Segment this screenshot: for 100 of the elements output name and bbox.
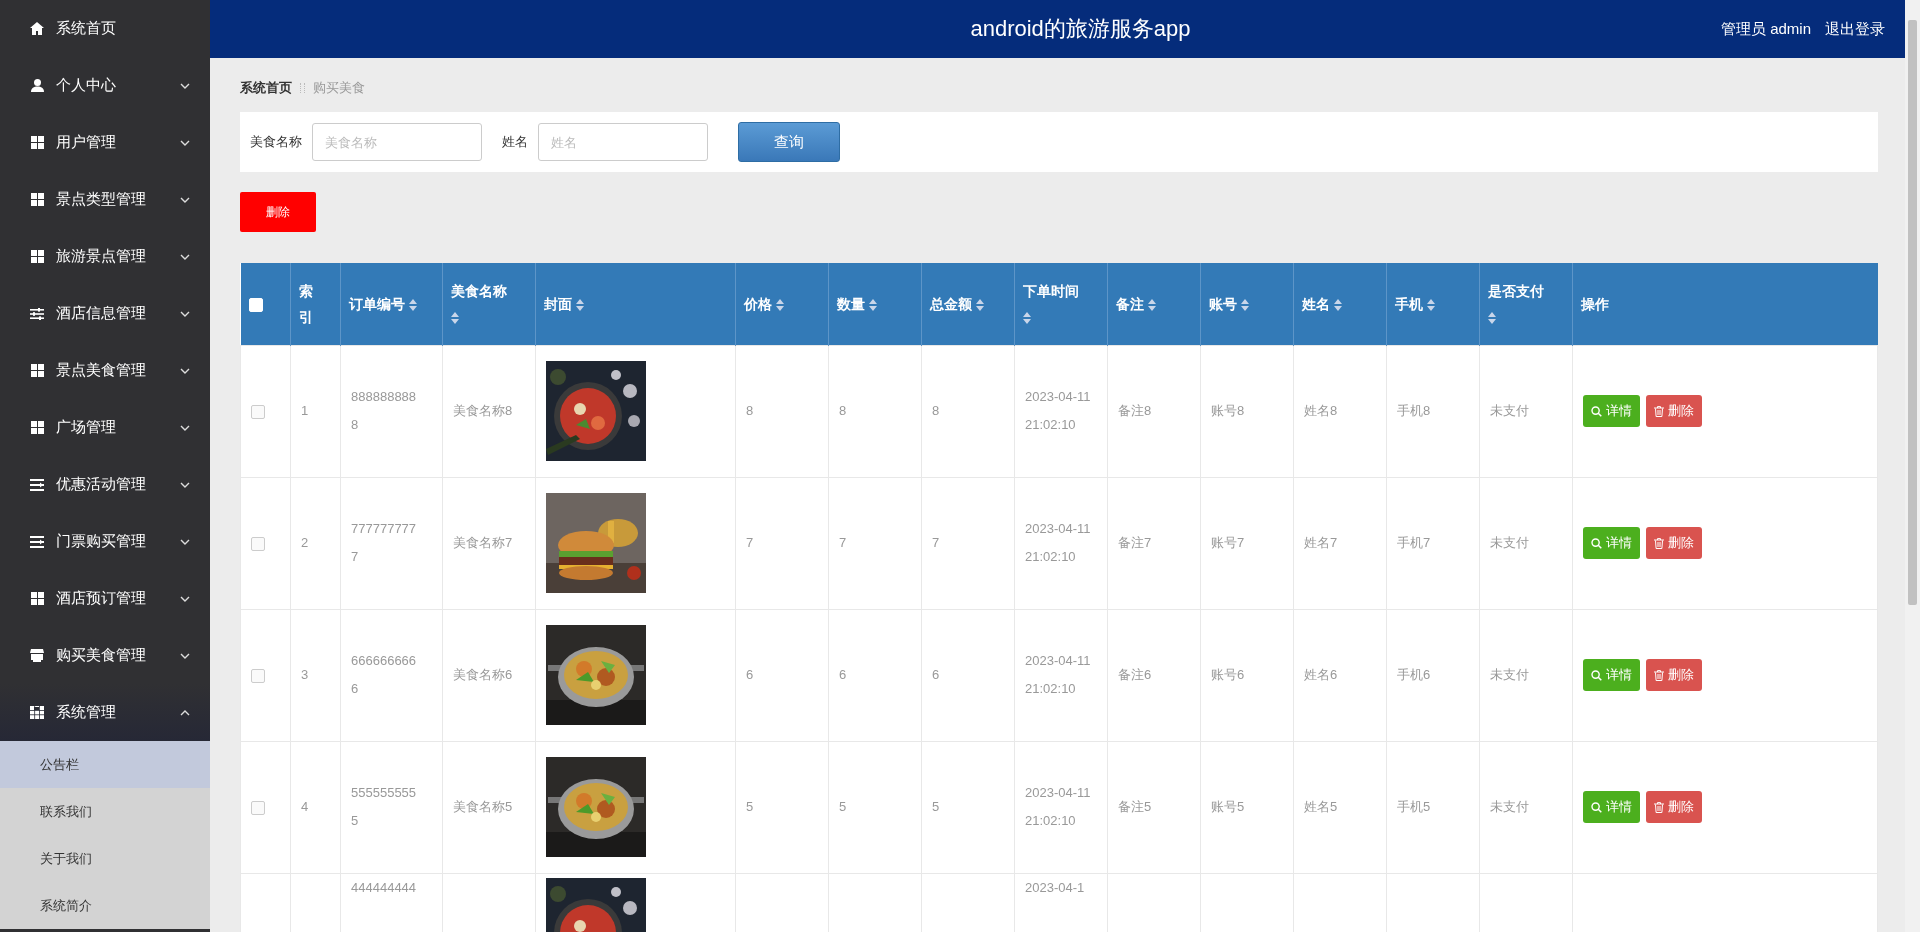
sidebar-item[interactable]: 购买美食管理 [0, 627, 210, 684]
submenu-item[interactable]: 公告栏 [0, 741, 210, 788]
sort-icon[interactable] [1023, 312, 1031, 325]
delete-button[interactable]: 删除 [1646, 527, 1702, 559]
sidebar-item[interactable]: 广场管理 [0, 399, 210, 456]
table-cell-text: 2023-04-11 21:02:10 [1025, 652, 1091, 698]
checkbox[interactable] [251, 404, 265, 419]
trash-icon [1654, 537, 1664, 549]
column-header[interactable]: 数量 [837, 295, 865, 312]
table-cell-text: 备注7 [1118, 534, 1153, 552]
column-header[interactable]: 账号 [1209, 295, 1237, 312]
search-icon [1591, 405, 1602, 417]
search-button[interactable]: 查询 [738, 122, 840, 162]
table-cell-text: 8 [746, 402, 755, 420]
table-cell-text: 未支付 [1490, 534, 1530, 552]
column-header[interactable]: 下单时间 [1023, 282, 1079, 299]
details-button[interactable]: 详情 [1583, 659, 1640, 691]
checkbox[interactable] [251, 800, 265, 815]
column-header[interactable]: 订单编号 [349, 295, 405, 312]
grid-icon [30, 193, 44, 206]
column-header[interactable]: 备注 [1116, 295, 1144, 312]
sort-icon[interactable] [868, 299, 877, 312]
table-cell-text: 2023-04-1 [1025, 878, 1086, 897]
checkbox[interactable] [251, 668, 265, 683]
breadcrumb-item[interactable]: 系统首页 [240, 79, 292, 97]
column-header[interactable]: 封面 [544, 295, 572, 312]
breadcrumb-item[interactable]: 购买美食 [313, 79, 365, 97]
table-cell-text: 备注8 [1118, 402, 1153, 420]
sidebar-item[interactable]: 个人中心 [0, 57, 210, 114]
grid-icon [30, 592, 44, 605]
table-cell-text: 2023-04-11 21:02:10 [1025, 388, 1091, 434]
details-button[interactable]: 详情 [1583, 791, 1640, 823]
submenu-item[interactable]: 关于我们 [0, 835, 210, 882]
sidebar-item[interactable]: 旅游景点管理 [0, 228, 210, 285]
table-cell-text: 2023-04-11 21:02:10 [1025, 520, 1091, 566]
table-cell-text: 账号7 [1211, 534, 1246, 552]
sidebar-item[interactable]: 景点美食管理 [0, 342, 210, 399]
sort-icon[interactable] [1147, 299, 1156, 312]
trash-icon [1654, 669, 1664, 681]
table-cell-text: 手机5 [1397, 798, 1432, 816]
logout-link[interactable]: 退出登录 [1825, 19, 1885, 39]
sidebar-item[interactable]: 酒店预订管理 [0, 570, 210, 627]
column-header[interactable]: 是否支付 [1488, 282, 1544, 299]
submenu-item[interactable]: 系统简介 [0, 882, 210, 929]
column-header[interactable]: 姓名 [1302, 295, 1330, 312]
delete-button[interactable]: 删除 [1646, 791, 1702, 823]
sort-icon[interactable] [575, 299, 584, 312]
submenu-item[interactable]: 联系我们 [0, 788, 210, 835]
column-header[interactable]: 手机 [1395, 295, 1423, 312]
sidebar-item[interactable]: 用户管理 [0, 114, 210, 171]
table-cell-text: 账号5 [1211, 798, 1246, 816]
sort-icon[interactable] [408, 299, 417, 312]
table-cell-text: 手机8 [1397, 402, 1432, 420]
table-cell-text: 6 [839, 666, 848, 684]
user-label: 管理员 admin [1720, 19, 1811, 39]
table-cell-text: 4 [301, 798, 310, 816]
list-icon [30, 478, 44, 491]
scrollbar-thumb[interactable] [1908, 20, 1917, 605]
table-cell-text: 手机7 [1397, 534, 1432, 552]
table-cell-text: 5555555555 [351, 784, 417, 830]
delete-button[interactable]: 删除 [1646, 395, 1702, 427]
trash-icon [1654, 801, 1664, 813]
column-header: 索引 [299, 282, 313, 325]
column-header[interactable]: 价格 [744, 295, 772, 312]
sidebar-item[interactable]: 酒店信息管理 [0, 285, 210, 342]
grid-icon [30, 706, 44, 719]
table-cell-text: 7 [839, 534, 848, 552]
sort-icon[interactable] [975, 299, 984, 312]
sort-icon[interactable] [1240, 299, 1249, 312]
search-icon [1591, 801, 1602, 813]
app-title: android的旅游服务app [969, 15, 1192, 43]
sort-icon[interactable] [1333, 299, 1342, 312]
table-cell-text: 备注6 [1118, 666, 1153, 684]
input-field[interactable]: 姓名 [538, 123, 708, 161]
sort-icon[interactable] [1488, 312, 1496, 325]
sort-icon[interactable] [1426, 299, 1435, 312]
details-button[interactable]: 详情 [1583, 395, 1640, 427]
grid-icon [30, 421, 44, 434]
table-cell-text: 5 [932, 798, 941, 816]
column-header[interactable]: 总金额 [930, 295, 972, 312]
sidebar-item[interactable]: 景点类型管理 [0, 171, 210, 228]
field-label: 姓名 [502, 133, 528, 151]
search-icon [1591, 669, 1602, 681]
sidebar-item[interactable]: 优惠活动管理 [0, 456, 210, 513]
search-icon [1591, 537, 1602, 549]
sort-icon[interactable] [451, 312, 459, 325]
table-cell-text: 6 [932, 666, 941, 684]
column-header[interactable]: 美食名称 [451, 282, 507, 299]
sort-icon[interactable] [775, 299, 784, 312]
sidebar-item[interactable]: 门票购买管理 [0, 513, 210, 570]
user-icon [30, 79, 44, 92]
input-field[interactable]: 美食名称 [312, 123, 482, 161]
delete-button[interactable]: 删除 [240, 192, 316, 232]
table-cell-text: 7 [746, 534, 755, 552]
sidebar-item[interactable]: 系统首页 [0, 0, 210, 57]
table-cell-text: 美食名称8 [453, 402, 514, 420]
table-cell-text: 姓名7 [1304, 534, 1339, 552]
checkbox[interactable] [251, 536, 265, 551]
delete-button[interactable]: 删除 [1646, 659, 1702, 691]
details-button[interactable]: 详情 [1583, 527, 1640, 559]
